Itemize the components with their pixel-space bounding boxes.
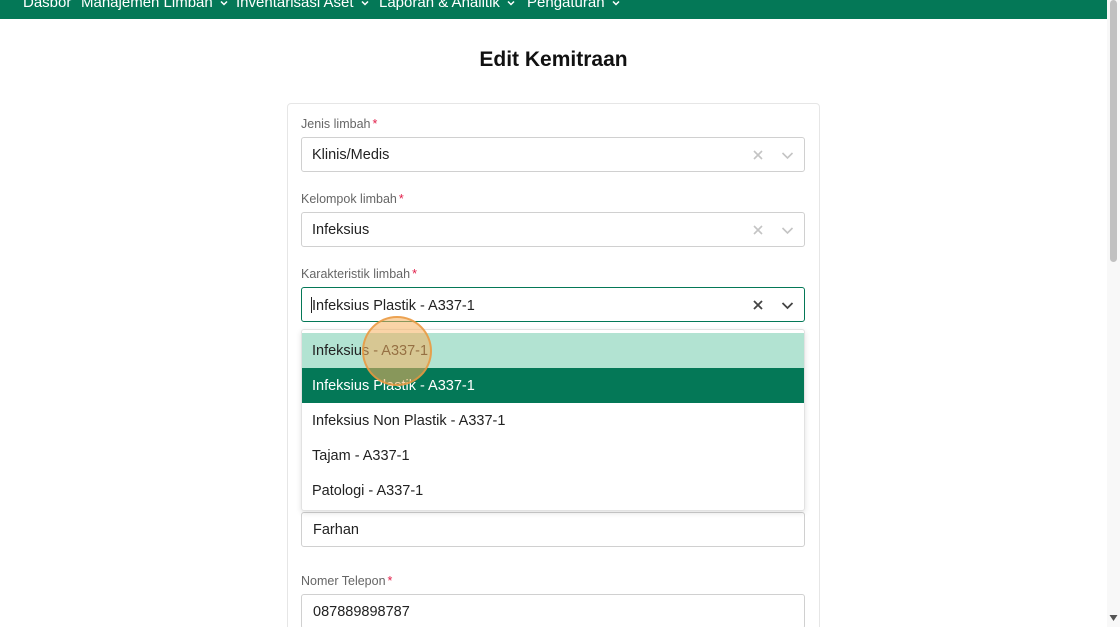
nav-item-label: Pengaturan xyxy=(527,0,605,11)
nav-item-label: Manajemen Limbah xyxy=(81,0,213,11)
jenis-limbah-select[interactable]: Klinis/Medis xyxy=(301,137,805,172)
input-value: 087889898787 xyxy=(313,604,410,620)
nav-item-dasbor[interactable]: Dasbor xyxy=(23,0,71,11)
option-label: Tajam - A337-1 xyxy=(312,447,410,464)
dropdown-option[interactable]: Infeksius - A337-1 xyxy=(302,333,804,368)
chevron-down-icon[interactable] xyxy=(781,225,794,236)
karakteristik-limbah-select[interactable]: Infeksius Plastik - A337-1 xyxy=(301,287,805,322)
karakteristik-dropdown-menu: Infeksius - A337-1 Infeksius Plastik - A… xyxy=(301,329,805,511)
chevron-down-icon[interactable] xyxy=(781,150,794,161)
nama-input[interactable]: Farhan xyxy=(301,512,805,547)
option-label: Patologi - A337-1 xyxy=(312,482,424,499)
top-navigation: Dasbor Manajemen Limbah Inventarisasi As… xyxy=(0,0,1107,19)
nav-item-manajemen-limbah[interactable]: Manajemen Limbah xyxy=(81,0,229,11)
nav-item-label: Inventarisasi Aset xyxy=(236,0,354,11)
input-value: Farhan xyxy=(313,522,359,538)
nav-item-label: Laporan & Analitik xyxy=(379,0,500,11)
select-value: Klinis/Medis xyxy=(312,147,390,163)
label-text: Kelompok limbah xyxy=(301,192,397,206)
nav-item-inventarisasi-aset[interactable]: Inventarisasi Aset xyxy=(236,0,370,11)
label-text: Jenis limbah xyxy=(301,117,371,131)
dropdown-option[interactable]: Infeksius Plastik - A337-1 xyxy=(302,368,804,403)
select-value: Infeksius xyxy=(312,222,370,238)
close-icon[interactable] xyxy=(752,149,764,161)
chevron-down-icon xyxy=(506,0,516,8)
jenis-limbah-label: Jenis limbah * xyxy=(301,117,377,131)
label-text: Nomer Telepon xyxy=(301,574,386,588)
dropdown-option[interactable]: Tajam - A337-1 xyxy=(302,438,804,473)
nav-item-pengaturan[interactable]: Pengaturan xyxy=(527,0,621,11)
nomer-telepon-label: Nomer Telepon * xyxy=(301,574,392,588)
required-mark: * xyxy=(398,192,404,206)
required-mark: * xyxy=(372,117,378,131)
close-icon[interactable] xyxy=(752,224,764,236)
chevron-down-icon xyxy=(360,0,370,8)
nav-item-laporan-analitik[interactable]: Laporan & Analitik xyxy=(379,0,516,11)
nav-item-label: Dasbor xyxy=(23,0,72,11)
option-label: Infeksius Non Plastik - A337-1 xyxy=(312,412,506,429)
scrollbar-thumb[interactable] xyxy=(1110,0,1117,262)
page-scrollbar[interactable] xyxy=(1107,0,1120,627)
nomer-telepon-input[interactable]: 087889898787 xyxy=(301,594,805,627)
dropdown-option[interactable]: Patologi - A337-1 xyxy=(302,473,804,508)
karakteristik-limbah-label: Karakteristik limbah * xyxy=(301,267,417,281)
scroll-down-arrow-icon[interactable] xyxy=(1109,614,1118,622)
dropdown-option[interactable]: Infeksius Non Plastik - A337-1 xyxy=(302,403,804,438)
required-mark: * xyxy=(412,267,417,281)
kelompok-limbah-label: Kelompok limbah * xyxy=(301,192,404,206)
label-text: Karakteristik limbah xyxy=(301,267,411,281)
page-title: Edit Kemitraan xyxy=(479,48,628,71)
chevron-down-icon xyxy=(611,0,621,8)
chevron-down-icon xyxy=(219,0,229,8)
kelompok-limbah-select[interactable]: Infeksius xyxy=(301,212,805,247)
required-mark: * xyxy=(387,574,393,588)
select-value: Infeksius Plastik - A337-1 xyxy=(312,298,475,314)
close-icon[interactable] xyxy=(752,299,764,311)
option-label: Infeksius Plastik - A337-1 xyxy=(312,377,475,394)
chevron-down-icon[interactable] xyxy=(781,300,794,311)
option-label: Infeksius - A337-1 xyxy=(312,342,429,359)
